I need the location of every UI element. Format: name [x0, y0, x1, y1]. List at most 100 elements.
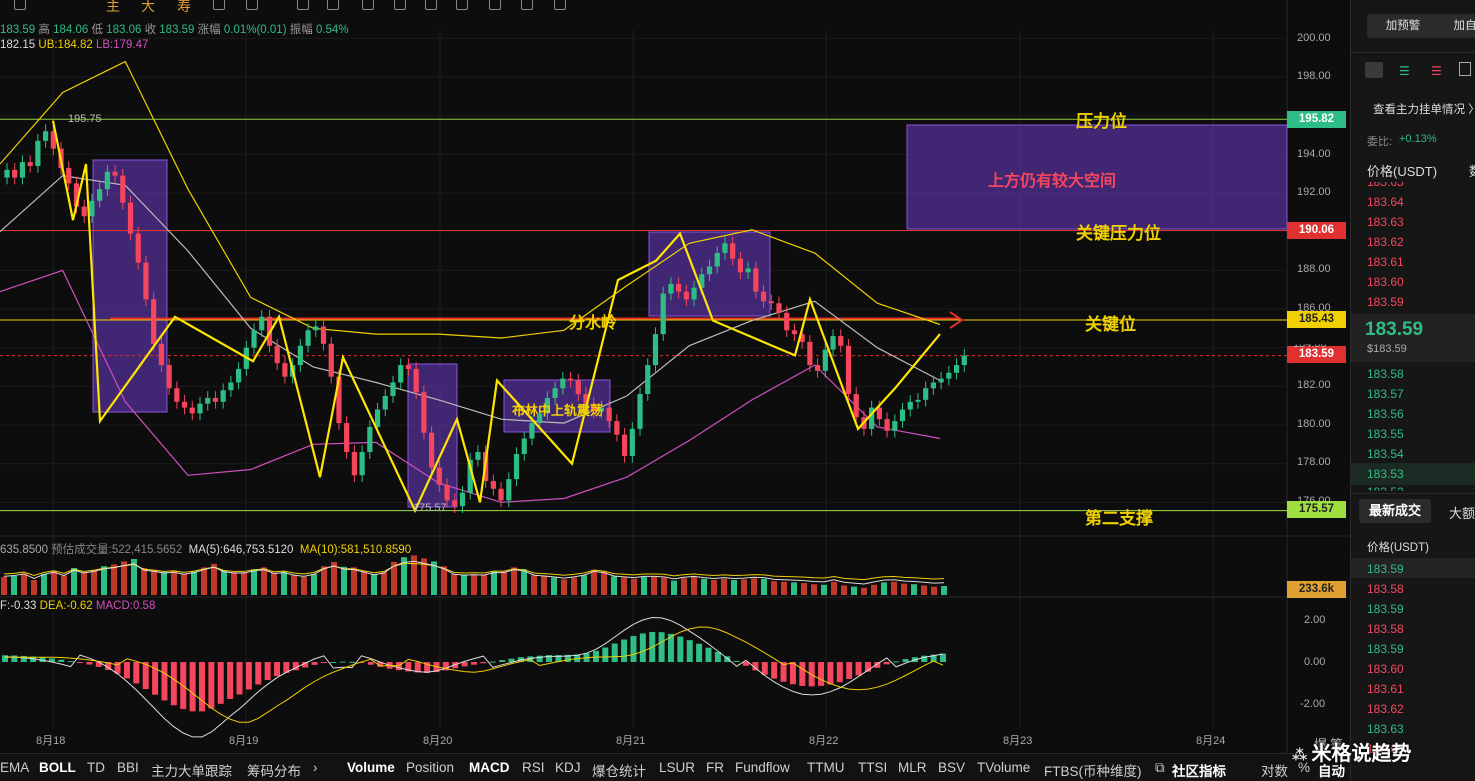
key-resistance-price-label: 190.06 — [1287, 222, 1346, 239]
toolbar-tab-main[interactable]: 主 — [106, 0, 120, 12]
indicator-macd[interactable]: MACD — [469, 760, 510, 775]
indicator-ttsi[interactable]: TTSI — [858, 760, 887, 775]
macd-bar — [264, 662, 271, 681]
macd-bar — [677, 636, 684, 662]
volume-bar — [361, 571, 367, 595]
eraser-icon[interactable] — [554, 0, 566, 10]
tab-latest-trades[interactable]: 最新成交 — [1359, 499, 1431, 523]
bid-row[interactable]: 183.55 — [1367, 427, 1404, 441]
indicator-kdj[interactable]: KDJ — [555, 760, 581, 775]
crosshair-icon[interactable] — [14, 0, 26, 10]
trade-row: 183.63 — [1367, 722, 1404, 736]
volume-bar — [811, 584, 817, 595]
text-icon[interactable] — [425, 0, 437, 10]
zigzag-line — [51, 120, 941, 514]
log-scale-toggle[interactable]: 对数 — [1261, 760, 1288, 780]
indicator-ftbs[interactable]: FTBS(币种维度) — [1044, 760, 1142, 780]
indicator-liquidation[interactable]: 爆仓统计 — [592, 760, 646, 780]
volume-bar — [371, 574, 377, 595]
bid-row[interactable]: 183.57 — [1367, 387, 1404, 401]
indicator-bbi[interactable]: BBI — [117, 760, 139, 775]
bid-row[interactable]: 183.53 — [1367, 467, 1404, 481]
macd-bar — [771, 662, 778, 679]
indicator-fr[interactable]: FR — [706, 760, 724, 775]
main-order-view-link[interactable]: 查看主力挂单情况 〉 — [1373, 101, 1475, 117]
indicator-bsv[interactable]: BSV — [938, 760, 965, 775]
indicator-chip[interactable]: 筹码分布 — [247, 760, 301, 780]
low-marker: 175.57 — [413, 502, 447, 514]
candle-body — [552, 388, 558, 398]
fib-icon[interactable] — [394, 0, 406, 10]
bid-row[interactable]: 183.54 — [1367, 447, 1404, 461]
volume-bar — [521, 569, 527, 595]
volume-bar — [301, 577, 307, 595]
indicator-boll[interactable]: BOLL — [39, 760, 76, 775]
channel-icon[interactable] — [362, 0, 374, 10]
indicator-ema[interactable]: EMA — [0, 760, 29, 775]
zigzag-polyline — [51, 120, 941, 514]
candle-body — [560, 378, 566, 389]
ask-row[interactable]: 183.62 — [1367, 235, 1404, 249]
top-toolbar: 主 大 寿 — [0, 0, 1350, 12]
indicator-fundflow[interactable]: Fundflow — [735, 760, 790, 775]
macd-bar — [855, 662, 862, 676]
candle-body — [89, 200, 95, 217]
indicator-position[interactable]: Position — [406, 760, 454, 775]
macd-bar — [255, 662, 262, 685]
external-link-icon[interactable]: ⧉ — [1155, 760, 1165, 776]
bid-row[interactable]: 183.58 — [1367, 367, 1404, 381]
brush-icon[interactable] — [246, 0, 258, 10]
ask-row[interactable]: 183.64 — [1367, 195, 1404, 209]
volume-bar — [861, 587, 867, 595]
ray-icon[interactable] — [327, 0, 339, 10]
draw-icon[interactable] — [213, 0, 225, 10]
indicator-rsi[interactable]: RSI — [522, 760, 545, 775]
indicator-td[interactable]: TD — [87, 760, 105, 775]
candle-body — [938, 378, 944, 383]
volume-bar — [101, 566, 107, 595]
ohlc-low-label: 低 — [91, 24, 103, 36]
indicator-volume[interactable]: Volume — [347, 760, 395, 775]
ask-row[interactable]: 183.63 — [1367, 215, 1404, 229]
chevron-right-icon[interactable]: › — [313, 760, 318, 775]
add-watchlist-button[interactable]: 加自 — [1435, 14, 1475, 38]
community-indicators[interactable]: 社区指标 — [1172, 760, 1226, 780]
indicator-ttmu[interactable]: TTMU — [807, 760, 845, 775]
indicator-mlr[interactable]: MLR — [898, 760, 927, 775]
annotation-key: 关键位 — [1085, 315, 1136, 334]
annotation-resistance: 压力位 — [1076, 112, 1127, 131]
candle-body — [838, 336, 844, 346]
line-icon[interactable] — [297, 0, 309, 10]
bid-row[interactable]: 183.52 — [1367, 485, 1404, 491]
indicator-tvolume[interactable]: TVolume — [977, 760, 1030, 775]
volume-bar — [151, 569, 157, 595]
toolbar-tab-life[interactable]: 寿 — [177, 0, 191, 12]
lock-icon[interactable] — [521, 0, 533, 10]
macd-bar — [461, 662, 468, 667]
orderbook-bids-icon[interactable]: ☰ — [1399, 64, 1410, 78]
orderbook-settings-icon[interactable] — [1459, 62, 1471, 76]
toolbar-tab-big[interactable]: 大 — [141, 0, 155, 12]
orderbook-both-icon[interactable] — [1365, 62, 1383, 78]
tab-large-trades[interactable]: 大额 — [1449, 503, 1475, 522]
add-alert-button[interactable]: 加预警 — [1367, 14, 1439, 38]
candle-body — [4, 169, 10, 178]
ask-row[interactable]: 183.61 — [1367, 255, 1404, 269]
magnet-icon[interactable] — [489, 0, 501, 10]
volume-bar — [801, 583, 807, 595]
volume-bar — [351, 567, 357, 595]
ask-row[interactable]: 183.60 — [1367, 275, 1404, 289]
candle-body — [274, 345, 280, 364]
macd-bar — [818, 662, 825, 686]
measure-icon[interactable] — [456, 0, 468, 10]
macd-bar — [330, 662, 337, 663]
candle-body — [27, 162, 33, 166]
indicator-main-order[interactable]: 主力大单跟踪 — [151, 760, 232, 780]
mid-price: 183.59 — [1365, 319, 1424, 340]
candle-body — [205, 397, 211, 404]
kline-chart[interactable] — [0, 0, 1350, 753]
ask-row[interactable]: 183.59 — [1367, 295, 1404, 309]
indicator-lsur[interactable]: LSUR — [659, 760, 695, 775]
orderbook-asks-icon[interactable]: ☰ — [1431, 64, 1442, 78]
bid-row[interactable]: 183.56 — [1367, 407, 1404, 421]
